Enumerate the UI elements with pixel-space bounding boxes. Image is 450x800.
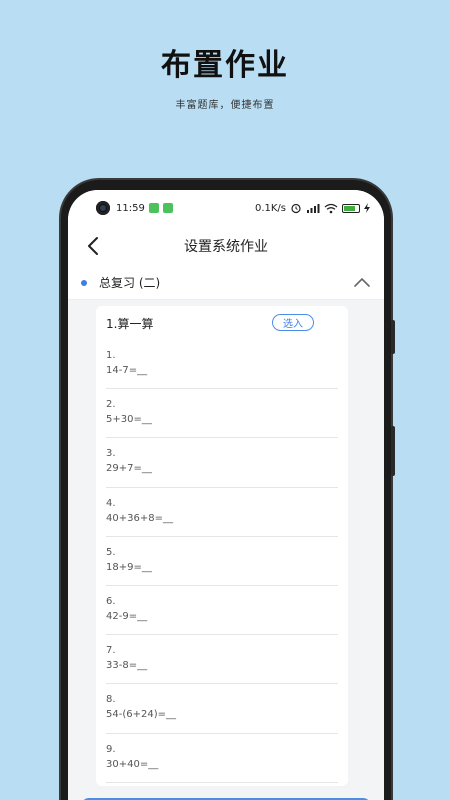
question-number: 5. bbox=[106, 546, 116, 558]
status-time: 11:59 bbox=[116, 202, 145, 214]
card-title: 1.算一算 bbox=[106, 316, 154, 331]
question-expression: 54-(6+24)=__ bbox=[106, 709, 176, 721]
question-number: 7. bbox=[106, 645, 116, 657]
card-header: 1.算一算 选入 bbox=[96, 306, 348, 340]
question-item: 5. 18+9=__ bbox=[106, 537, 338, 586]
question-number: 4. bbox=[106, 497, 116, 509]
net-speed: 0.1K/s bbox=[254, 202, 286, 214]
power-button bbox=[391, 426, 395, 476]
promo-subtitle: 丰富题库，便捷布置 bbox=[175, 100, 275, 111]
wifi-icon bbox=[324, 203, 338, 213]
question-number: 2. bbox=[106, 399, 116, 411]
select-button[interactable]: 选入 bbox=[272, 314, 314, 331]
question-expression: 18+9=__ bbox=[106, 561, 152, 573]
section-title: 总复习 (二) bbox=[99, 276, 161, 290]
page-title: 设置系统作业 bbox=[184, 239, 268, 255]
question-expression: 42-9=__ bbox=[106, 610, 148, 622]
volume-button bbox=[391, 320, 395, 354]
status-indicators: 0.1K/s bbox=[255, 202, 370, 214]
battery-icon bbox=[342, 203, 360, 213]
question-expression: 14-7=__ bbox=[106, 365, 148, 376]
question-number: 8. bbox=[106, 694, 116, 706]
charging-icon bbox=[364, 203, 370, 213]
wechat-notification-icon bbox=[148, 203, 159, 213]
question-number: 6. bbox=[106, 595, 116, 607]
question-expression: 40+36+8=__ bbox=[106, 512, 173, 524]
signal-icon bbox=[307, 203, 320, 213]
question-item: 4. 40+36+8=__ bbox=[106, 488, 338, 537]
question-expression: 29+7=__ bbox=[106, 463, 152, 475]
question-item: 3. 29+7=__ bbox=[106, 438, 338, 488]
alarm-icon bbox=[291, 203, 301, 214]
app-notification-icon bbox=[162, 203, 173, 213]
question-item: 9. 30+40=__ bbox=[106, 734, 338, 783]
question-card: 1.算一算 选入 1. 14-7=__ 2. 5+30=__ 3. 29+7=__ 4. 40… bbox=[96, 306, 348, 786]
question-item: 1. 14-7=__ bbox=[106, 340, 338, 390]
nav-bar: 设置系统作业 bbox=[68, 226, 384, 266]
question-expression: 33-8=__ bbox=[106, 660, 148, 672]
status-bar: 11:59 0.1K/s bbox=[68, 190, 384, 226]
question-expression: 5+30=__ bbox=[106, 414, 152, 426]
chevron-up-icon[interactable] bbox=[352, 273, 372, 293]
section-header[interactable]: 总复习 (二) bbox=[68, 266, 384, 300]
question-item: 2. 5+30=__ bbox=[106, 389, 338, 439]
question-item: 7. 33-8=__ bbox=[106, 635, 338, 685]
question-number: 3. bbox=[106, 448, 116, 460]
question-list: 1. 14-7=__ 2. 5+30=__ 3. 29+7=__ 4. 40+36+8=__ 5… bbox=[96, 340, 348, 783]
promo-title: 布置作业 bbox=[161, 48, 289, 83]
question-item: 8. 54-(6+24)=__ bbox=[106, 684, 338, 734]
camera-icon bbox=[96, 201, 110, 215]
back-arrow-icon[interactable] bbox=[82, 234, 106, 258]
question-item: 6. 42-9=__ bbox=[106, 586, 338, 636]
question-expression: 30+40=__ bbox=[106, 758, 159, 770]
question-number: 9. bbox=[106, 743, 116, 755]
phone-frame: 11:59 0.1K/s 设置系统作业 总复习 (二) 1.算一算 选入 1. … bbox=[61, 180, 395, 800]
bullet-dot bbox=[81, 279, 87, 286]
phone-screen: 11:59 0.1K/s 设置系统作业 总复习 (二) 1.算一算 选入 1. … bbox=[68, 190, 384, 800]
question-number: 1. bbox=[106, 350, 116, 361]
